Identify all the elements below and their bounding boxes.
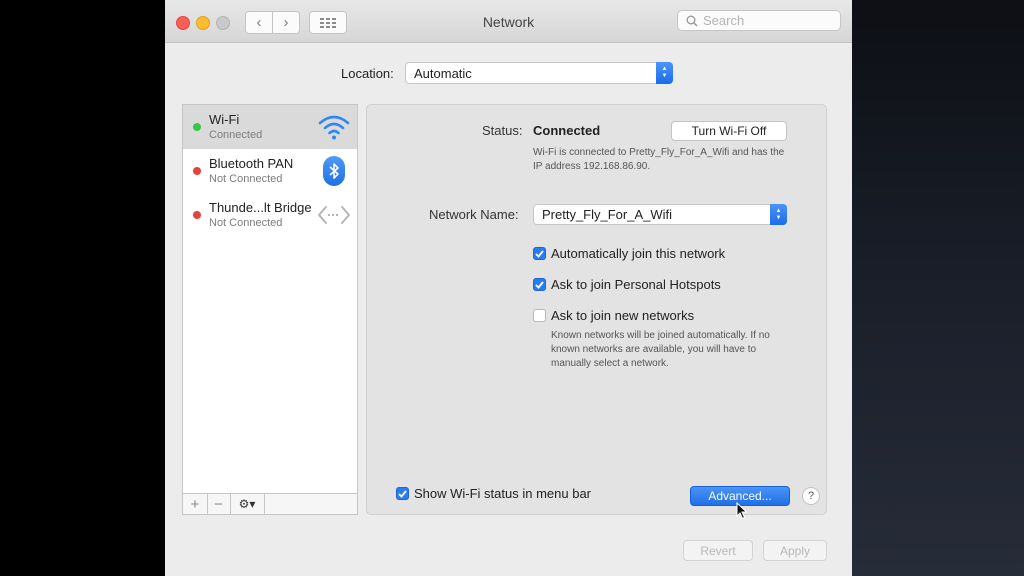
apply-button[interactable]: Apply (763, 540, 827, 561)
service-status: Connected (209, 129, 263, 141)
show-wifi-status-checkbox[interactable] (396, 487, 409, 500)
network-preferences-window: ‹ › Network Search Location: Automatic ▲… (165, 0, 852, 576)
help-button[interactable]: ? (802, 487, 820, 505)
auto-join-checkbox[interactable] (533, 247, 546, 260)
network-name-label: Network Name: (429, 207, 519, 222)
service-list: Wi-Fi Connected Bluetooth PAN Not Connec… (182, 104, 358, 494)
desktop-background (852, 0, 1024, 576)
location-label: Location: (341, 66, 394, 81)
network-name-value: Pretty_Fly_For_A_Wifi (542, 207, 673, 222)
checkmark-icon (398, 489, 407, 498)
service-name: Thunde...lt Bridge (209, 200, 312, 215)
service-item-thunderbolt-bridge[interactable]: Thunde...lt Bridge Not Connected (183, 193, 357, 237)
network-name-popup[interactable]: Pretty_Fly_For_A_Wifi ▲ ▼ (533, 204, 787, 225)
service-name: Wi-Fi (209, 112, 240, 127)
status-label: Status: (482, 123, 523, 138)
popup-arrows-icon: ▲ ▼ (770, 204, 787, 225)
popup-arrows-icon: ▲ ▼ (656, 62, 673, 84)
title-bar: ‹ › Network Search (165, 0, 852, 43)
personal-hotspots-label[interactable]: Ask to join Personal Hotspots (551, 277, 721, 292)
search-placeholder: Search (703, 13, 745, 28)
remove-service-button[interactable]: − (207, 494, 231, 514)
status-dot-connected (193, 123, 201, 131)
ask-new-networks-checkbox[interactable] (533, 309, 546, 322)
service-status: Not Connected (209, 173, 283, 185)
show-wifi-status-label[interactable]: Show Wi-Fi status in menu bar (414, 486, 591, 501)
ask-new-networks-label[interactable]: Ask to join new networks (551, 308, 694, 323)
revert-button[interactable]: Revert (683, 540, 753, 561)
gear-icon[interactable]: ⚙▾ (230, 494, 265, 514)
known-networks-hint: Known networks will be joined automatica… (551, 330, 770, 369)
service-item-wifi[interactable]: Wi-Fi Connected (183, 105, 357, 149)
add-service-button[interactable]: + (183, 494, 208, 514)
auto-join-label[interactable]: Automatically join this network (551, 246, 725, 261)
status-value: Connected (533, 123, 601, 138)
service-list-toolbar: + − ⚙▾ (182, 494, 358, 515)
service-status: Not Connected (209, 217, 283, 229)
service-name: Bluetooth PAN (209, 156, 294, 171)
checkmark-icon (535, 280, 544, 289)
location-value: Automatic (414, 65, 472, 81)
checkmark-icon (535, 249, 544, 258)
status-dot-not-connected (193, 167, 201, 175)
search-field[interactable]: Search (677, 10, 841, 31)
status-description: Wi-Fi is connected to Pretty_Fly_For_A_W… (533, 147, 785, 172)
bluetooth-icon (317, 155, 351, 187)
location-popup[interactable]: Automatic ▲ ▼ (405, 62, 673, 84)
wifi-icon (317, 111, 351, 143)
mouse-pointer-icon (736, 502, 748, 520)
status-dot-not-connected (193, 211, 201, 219)
service-item-bluetooth-pan[interactable]: Bluetooth PAN Not Connected (183, 149, 357, 193)
personal-hotspots-checkbox[interactable] (533, 278, 546, 291)
turn-wifi-off-button[interactable]: Turn Wi-Fi Off (671, 121, 787, 141)
search-icon (686, 15, 698, 27)
thunderbolt-bridge-icon (317, 199, 351, 231)
